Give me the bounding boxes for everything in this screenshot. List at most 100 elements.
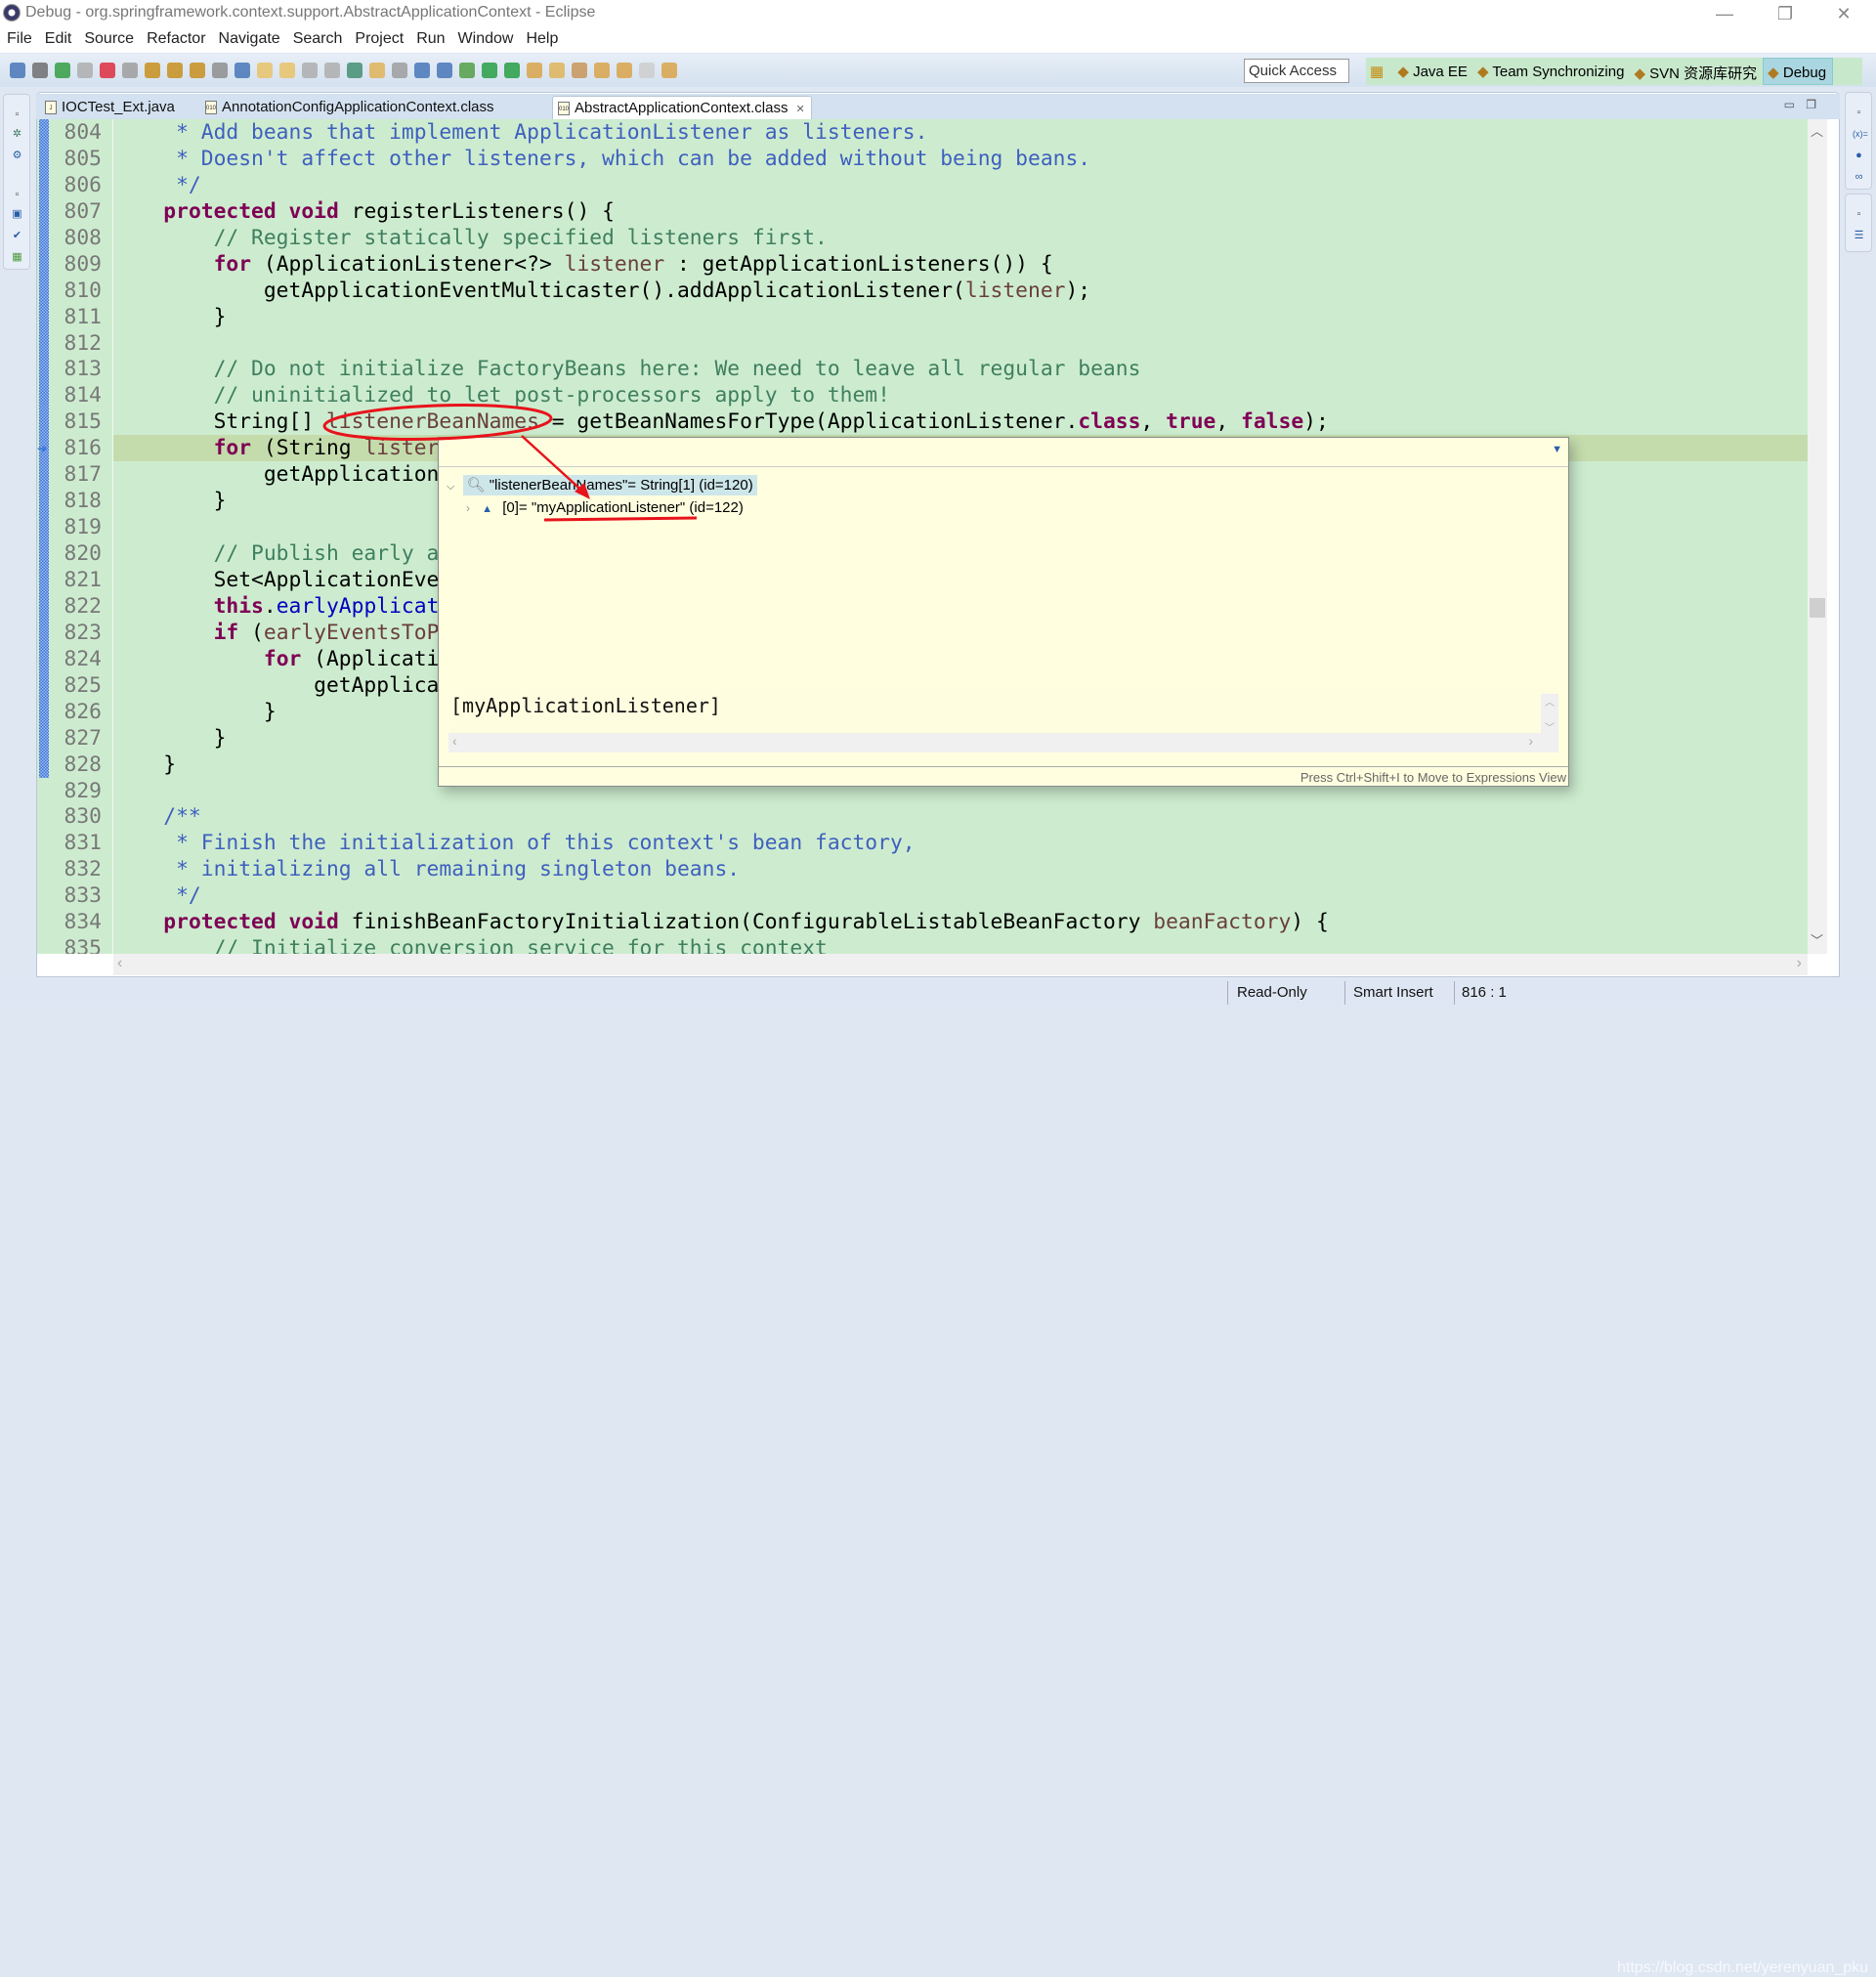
breakpoints-view-icon[interactable]: ● bbox=[1853, 150, 1865, 162]
step-into-icon[interactable] bbox=[145, 63, 160, 78]
block-selection-icon[interactable] bbox=[414, 63, 430, 78]
show-whitespace-icon[interactable] bbox=[437, 63, 452, 78]
run-icon[interactable] bbox=[482, 63, 497, 78]
close-tab-icon[interactable]: ✕ bbox=[795, 104, 804, 115]
table-icon[interactable]: ▦ bbox=[11, 251, 23, 264]
restore-button[interactable]: ❐ bbox=[1763, 2, 1808, 25]
resume-icon[interactable] bbox=[55, 63, 70, 78]
disconnect-icon[interactable] bbox=[122, 63, 138, 78]
menu-navigate[interactable]: Navigate bbox=[212, 27, 286, 48]
code-text: * Doesn't affect other listeners, which … bbox=[113, 146, 1090, 172]
restore-icon[interactable]: ▫ bbox=[1853, 208, 1865, 221]
open-task-icon[interactable] bbox=[527, 63, 542, 78]
scroll-down-icon[interactable]: ﹀ bbox=[1811, 930, 1823, 949]
restore-icon[interactable]: ▫ bbox=[11, 108, 23, 121]
code-token: getApplicationEventMulticaster().addAppl… bbox=[113, 278, 965, 303]
external-tools-icon[interactable] bbox=[504, 63, 520, 78]
editor-tab[interactable]: J IOCTest_Ext.java bbox=[40, 96, 181, 119]
menu-run[interactable]: Run bbox=[409, 27, 450, 48]
forward-icon[interactable] bbox=[661, 63, 677, 78]
detail-horizontal-scrollbar[interactable]: ‹ › bbox=[448, 733, 1558, 752]
search-icon[interactable] bbox=[572, 63, 587, 78]
step-over-icon[interactable] bbox=[167, 63, 183, 78]
save-all-icon[interactable] bbox=[324, 63, 340, 78]
line-number: 826 bbox=[64, 699, 102, 724]
open-folder-icon[interactable] bbox=[549, 63, 565, 78]
collapse-chevron-icon[interactable]: ⌵ bbox=[447, 481, 454, 493]
code-text: // Do not initialize FactoryBeans here: … bbox=[113, 356, 1141, 382]
open-perspective-icon[interactable]: ▦ bbox=[1366, 58, 1389, 85]
drop-to-frame-icon[interactable] bbox=[212, 63, 228, 78]
minimize-editor-icon[interactable]: ▭ bbox=[1784, 98, 1795, 111]
variables-icon[interactable]: (x)= bbox=[1853, 128, 1868, 141]
line-number: 829 bbox=[64, 778, 102, 803]
restore-icon[interactable]: ▫ bbox=[1853, 107, 1865, 119]
restore-icon[interactable]: ▫ bbox=[11, 189, 23, 201]
menu-file[interactable]: File bbox=[0, 27, 38, 48]
detail-text[interactable]: [myApplicationListener] bbox=[450, 694, 721, 717]
scroll-up-icon[interactable]: ︿ bbox=[1811, 121, 1823, 140]
menu-refactor[interactable]: Refactor bbox=[140, 27, 211, 48]
menu-help[interactable]: Help bbox=[519, 27, 564, 48]
perspective-debug[interactable]: ◆ Debug bbox=[1763, 58, 1834, 85]
use-step-filters-icon[interactable] bbox=[234, 63, 250, 78]
scroll-left-icon[interactable]: ‹ bbox=[117, 955, 122, 972]
menu-window[interactable]: Window bbox=[451, 27, 520, 48]
code-text: // Register statically specified listene… bbox=[113, 225, 828, 251]
highlight-icon[interactable] bbox=[369, 63, 385, 78]
menu-source[interactable]: Source bbox=[77, 27, 140, 48]
step-return-icon[interactable] bbox=[190, 63, 205, 78]
editor-tab[interactable]: 010 AbstractApplicationContext.class ✕ bbox=[552, 96, 812, 119]
perspective-team[interactable]: ◆ Team Synchronizing bbox=[1473, 58, 1631, 85]
next-annotation-icon[interactable] bbox=[594, 63, 610, 78]
code-token: * Doesn't affect other listeners, which … bbox=[113, 146, 1091, 171]
editor-tab[interactable]: 010 AnnotationConfigApplicationContext.cl… bbox=[200, 96, 500, 119]
new-icon[interactable] bbox=[257, 63, 273, 78]
variable-value: "listenerBeanNames"= String[1] (id=120) bbox=[489, 477, 753, 494]
code-text: protected void registerListeners() { bbox=[113, 198, 615, 225]
menu-edit[interactable]: Edit bbox=[38, 27, 78, 48]
overview-ruler[interactable]: ︿ ﹀ bbox=[1808, 119, 1827, 954]
maximize-editor-icon[interactable]: ❐ bbox=[1806, 98, 1816, 111]
new-class-icon[interactable] bbox=[279, 63, 295, 78]
close-button[interactable]: ✕ bbox=[1821, 2, 1866, 25]
scroll-right-icon[interactable]: › bbox=[1797, 955, 1802, 972]
expand-chevron-icon[interactable]: › bbox=[466, 501, 470, 515]
debug-icon[interactable]: ✲ bbox=[11, 128, 23, 141]
code-token: ); bbox=[1065, 278, 1091, 303]
tasks-icon[interactable]: ✔ bbox=[11, 230, 23, 242]
status-bar: Read-Only Smart Insert 816 : 1 https://b… bbox=[0, 979, 1876, 1976]
line-number: 807 bbox=[64, 198, 102, 224]
skip-breakpoints-icon[interactable] bbox=[32, 63, 48, 78]
suspend-icon[interactable] bbox=[77, 63, 93, 78]
save-icon[interactable] bbox=[302, 63, 318, 78]
view-menu-chevron-icon[interactable]: ▼ bbox=[1552, 444, 1562, 455]
tree-row-child[interactable]: › ▲ [0]= "myApplicationListener" (id=122… bbox=[466, 497, 744, 519]
prev-annotation-icon[interactable] bbox=[617, 63, 632, 78]
minimize-button[interactable]: — bbox=[1702, 2, 1747, 25]
perspective-svn[interactable]: ◆ SVN 资源库研究 bbox=[1630, 58, 1763, 85]
debug-run-icon[interactable] bbox=[459, 63, 475, 78]
editor-tabs: ▭ ❐ J IOCTest_Ext.java 010 AnnotationConfig… bbox=[36, 94, 1840, 119]
quick-access-input[interactable]: Quick Access bbox=[1244, 59, 1349, 83]
code-token: /** bbox=[113, 804, 201, 830]
menu-search[interactable]: Search bbox=[286, 27, 349, 48]
back-icon[interactable] bbox=[639, 63, 655, 78]
console-icon[interactable]: ▣ bbox=[11, 208, 23, 221]
code-token: } bbox=[113, 489, 227, 514]
breakpoints-icon[interactable]: ⚙ bbox=[11, 150, 23, 162]
horizontal-scrollbar[interactable]: ‹ › bbox=[113, 954, 1808, 975]
vertical-scroll-thumb[interactable] bbox=[1810, 598, 1825, 618]
debug-view-icon[interactable] bbox=[10, 63, 25, 78]
inspect-magnifier-icon: 🔍︎ bbox=[466, 477, 486, 494]
tree-row-root[interactable]: ⌵ 🔍︎ "listenerBeanNames"= String[1] (id=… bbox=[447, 475, 757, 496]
code-text: this.earlyApplicat bbox=[113, 593, 440, 620]
open-type-icon[interactable] bbox=[347, 63, 362, 78]
outline-icon[interactable]: ☰ bbox=[1853, 230, 1865, 242]
perspective-java[interactable]: ◆ Java EE bbox=[1393, 58, 1473, 85]
terminate-icon[interactable] bbox=[100, 63, 115, 78]
toggle-mark-icon[interactable] bbox=[392, 63, 407, 78]
menu-project[interactable]: Project bbox=[348, 27, 409, 48]
expressions-icon[interactable]: ∞ bbox=[1853, 171, 1865, 184]
